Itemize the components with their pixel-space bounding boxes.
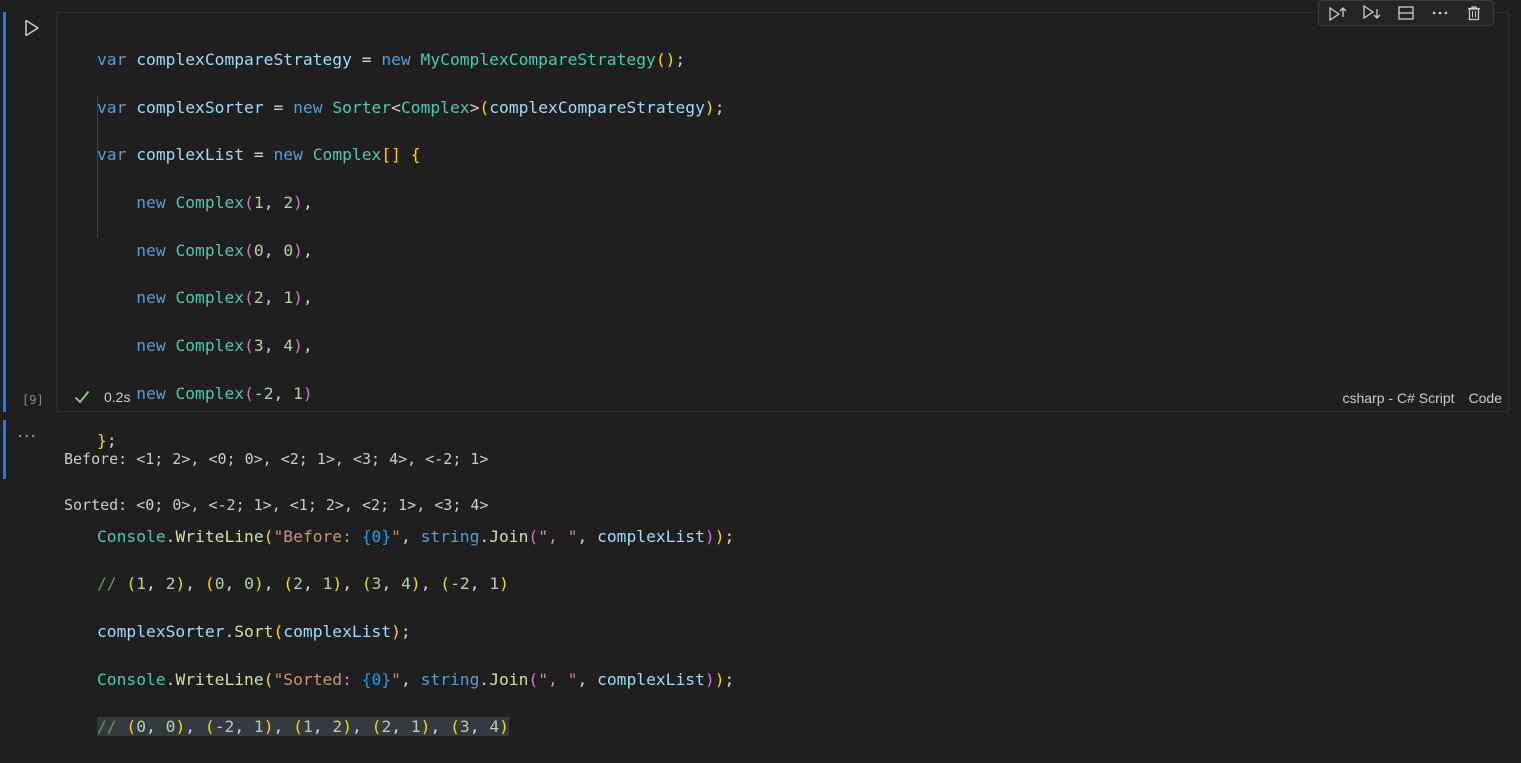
execution-count: [9] — [22, 393, 44, 407]
output-line: Before: <1; 2>, <0; 0>, <2; 1>, <3; 4>, … — [64, 450, 489, 468]
output-more-actions-button[interactable]: ... — [18, 424, 37, 442]
kernel-selector[interactable]: csharp - C# Script — [1342, 390, 1454, 406]
split-cell-icon — [1398, 6, 1414, 20]
more-actions-button[interactable] — [1429, 4, 1451, 22]
code-line: // (0, 0), (-2, 1), (1, 2), (2, 1), (3, … — [97, 717, 509, 737]
output-focus-indicator — [3, 420, 6, 479]
play-icon — [25, 19, 39, 37]
delete-cell-icon — [1468, 6, 1480, 21]
delete-cell-button[interactable] — [1463, 4, 1485, 22]
cell-status-bar: csharp - C# Script Code — [1342, 390, 1502, 406]
cell-output: Before: <1; 2>, <0; 0>, <2; 1>, <3; 4>, … — [64, 425, 488, 540]
run-above-button[interactable] — [1327, 4, 1349, 22]
output-line: Sorted: <0; 0>, <-2; 1>, <1; 2>, <2; 1>,… — [64, 496, 489, 514]
code-line: new Complex(2, 1), — [136, 288, 313, 308]
code-line: var complexSorter = new Sorter<Complex>(… — [97, 97, 725, 117]
code-line: new Complex(3, 4), — [136, 335, 313, 355]
check-icon — [74, 390, 90, 404]
run-below-button[interactable] — [1361, 4, 1383, 22]
code-line: new Complex(-2, 1) — [136, 383, 313, 403]
cell-toolbar — [1318, 0, 1494, 26]
cell-language-selector[interactable]: Code — [1469, 390, 1502, 406]
run-below-icon — [1363, 5, 1381, 20]
code-line: complexSorter.Sort(complexList); — [97, 622, 411, 642]
code-line: new Complex(1, 2), — [136, 192, 313, 212]
code-line: var complexCompareStrategy = new MyCompl… — [97, 49, 686, 69]
code-line: var complexList = new Complex[] { — [97, 145, 421, 165]
execution-time: 0.2s — [104, 389, 131, 405]
execution-status: 0.2s — [74, 389, 130, 405]
run-above-icon — [1329, 6, 1347, 21]
cell-focus-indicator — [3, 12, 6, 412]
run-cell-button[interactable] — [18, 14, 46, 42]
code-editor[interactable]: var complexCompareStrategy = new MyCompl… — [97, 24, 734, 763]
split-cell-button[interactable] — [1395, 4, 1417, 22]
more-actions-icon — [1432, 11, 1448, 15]
code-line: // (1, 2), (0, 0), (2, 1), (3, 4), (-2, … — [97, 574, 509, 594]
code-line: new Complex(0, 0), — [136, 240, 313, 260]
code-line: Console.WriteLine("Sorted: {0}", string.… — [97, 669, 735, 689]
